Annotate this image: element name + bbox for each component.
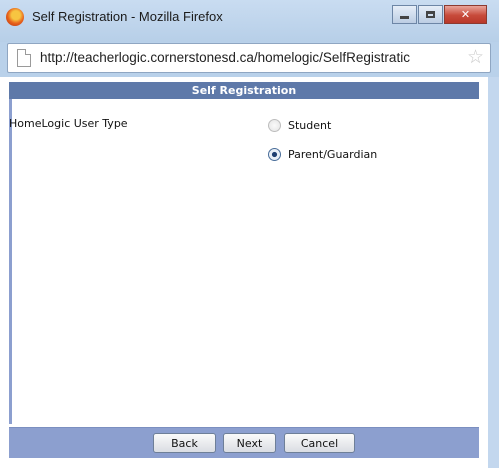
button-bar: Back Next Cancel [9, 427, 479, 458]
address-bar[interactable]: http://teacherlogic.cornerstonesd.ca/hom… [7, 43, 491, 73]
student-radio-label[interactable]: Student [288, 119, 331, 132]
minimize-button[interactable] [392, 5, 417, 24]
window-controls: ✕ [392, 5, 487, 24]
window-right-frame [488, 77, 499, 468]
page-title: Self Registration [9, 82, 479, 99]
page-content: Self Registration HomeLogic User Type St… [0, 77, 488, 468]
next-button[interactable]: Next [223, 433, 276, 453]
bookmark-star-icon[interactable]: ☆ [467, 46, 484, 68]
window-title: Self Registration - Mozilla Firefox [32, 9, 223, 24]
firefox-logo-icon [6, 8, 24, 26]
radio-option-student[interactable]: Student [268, 119, 331, 132]
window-titlebar: Self Registration - Mozilla Firefox ✕ [0, 0, 499, 42]
maximize-icon [426, 11, 435, 18]
close-icon: ✕ [460, 8, 471, 21]
maximize-button[interactable] [418, 5, 443, 24]
content-left-border [9, 99, 12, 424]
user-type-label: HomeLogic User Type [9, 117, 128, 130]
parent-guardian-radio[interactable] [268, 148, 281, 161]
url-text[interactable]: http://teacherlogic.cornerstonesd.ca/hom… [40, 50, 460, 65]
back-button[interactable]: Back [153, 433, 216, 453]
parent-guardian-radio-label[interactable]: Parent/Guardian [288, 148, 377, 161]
radio-option-parent-guardian[interactable]: Parent/Guardian [268, 148, 377, 161]
page-icon [17, 49, 31, 67]
cancel-button[interactable]: Cancel [284, 433, 355, 453]
minimize-icon [400, 16, 409, 19]
student-radio[interactable] [268, 119, 281, 132]
close-button[interactable]: ✕ [444, 5, 487, 24]
